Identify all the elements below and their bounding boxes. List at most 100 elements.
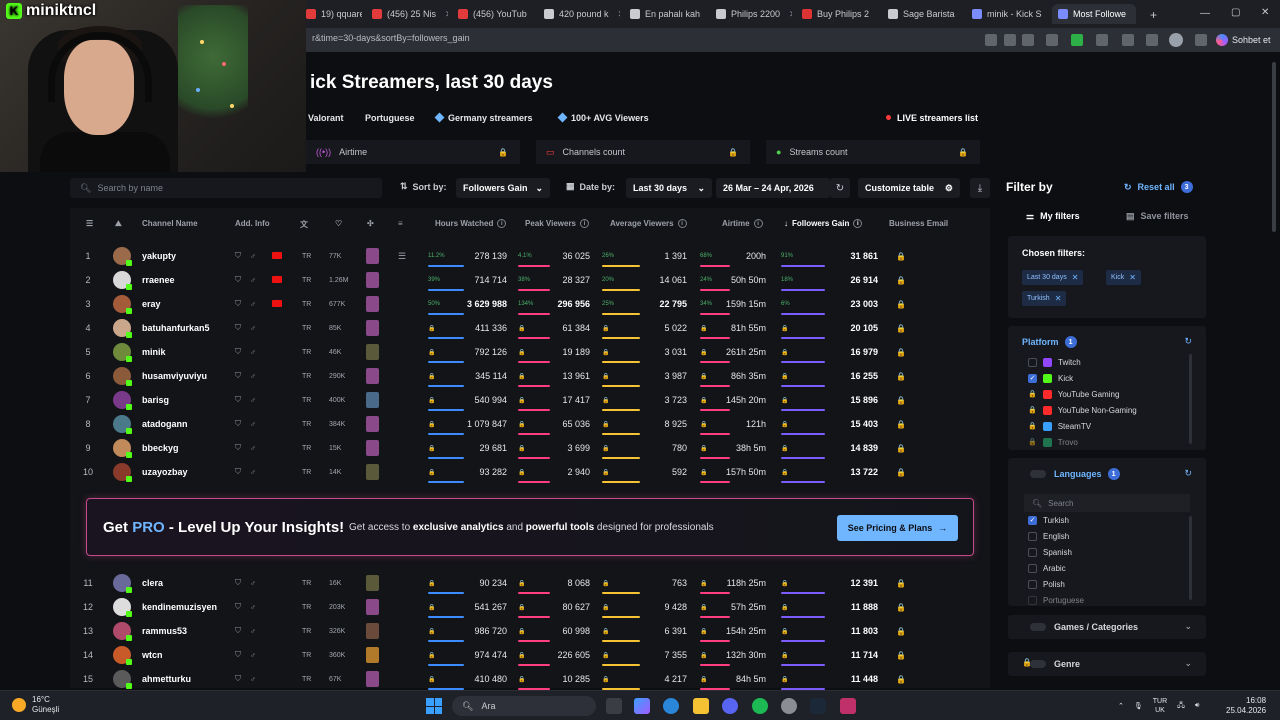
toggle-switch[interactable] (1030, 470, 1046, 478)
close-tab-icon[interactable]: ✕ (1135, 9, 1136, 20)
table-row[interactable]: 7 barisg ⛉ ♂ TR 400K 540 994 17 417 3 723 145h 20… (70, 388, 990, 412)
channel-name[interactable]: rammus53 (142, 619, 187, 643)
checkbox[interactable] (1028, 579, 1037, 589)
table-row[interactable]: 2 rraenee ⛉ ♂ TR 1.26M 714 714 28 327 14 061 50h … (70, 268, 990, 292)
chip-valorant[interactable]: Valorant (308, 108, 344, 127)
channel-name[interactable]: barisg (142, 388, 169, 412)
extensions-icon[interactable] (1122, 34, 1134, 46)
platform-option[interactable]: ✓ Kick (1028, 370, 1073, 386)
column-header-airtime[interactable]: Airtime i (722, 219, 763, 228)
toggle-switch[interactable] (1030, 623, 1046, 631)
table-row[interactable]: 4 batuhanfurkan5 ⛉ ♂ TR 85K 411 336 61 384 5 022… (70, 316, 990, 340)
checkbox[interactable] (1028, 595, 1037, 605)
platform-option[interactable]: 🔒 YouTube Gaming (1028, 386, 1119, 402)
table-row[interactable]: 5 minik ⛉ ♂ TR 46K 792 126 19 189 3 031 261h 25m 1… (70, 340, 990, 364)
platform-option[interactable]: 🔒 SteamTV (1028, 418, 1091, 434)
table-row[interactable]: 11 clera ⛉ ♂ TR 16K 90 234 8 068 763 118h 25m 12 3… (70, 571, 990, 595)
maximize-icon[interactable]: ▢ (1231, 7, 1240, 18)
lock-icon[interactable]: 🔒 (896, 436, 906, 460)
scrollbar[interactable] (1189, 516, 1192, 600)
language-column-icon[interactable]: 文 (300, 219, 308, 230)
channel-name[interactable]: atadogann (142, 412, 188, 436)
column-header-add-info[interactable]: Add. Info (235, 219, 270, 228)
discord-icon[interactable] (722, 698, 738, 714)
extension-icon[interactable] (1071, 34, 1083, 46)
reset-icon[interactable]: ↻ (1184, 336, 1192, 347)
clock[interactable]: 16:08 25.04.2026 (1226, 696, 1266, 716)
column-header-business-email[interactable]: Business Email (889, 219, 948, 228)
browser-tab[interactable]: (456) 25 Nis ✕ (366, 4, 448, 24)
read-aloud-icon[interactable] (1004, 34, 1016, 46)
channel-name[interactable]: eray (142, 292, 161, 316)
checkbox[interactable] (1028, 547, 1037, 557)
search-input[interactable]: 🔍︎ Search by name (70, 178, 382, 198)
profile-avatar[interactable] (1169, 33, 1183, 47)
spotify-icon[interactable] (752, 698, 768, 714)
browser-tab[interactable]: Philips 2200 ✕ (710, 4, 792, 24)
languages-title[interactable]: Languages 1 (1054, 468, 1120, 480)
checkbox[interactable] (1028, 531, 1037, 541)
start-menu-icon[interactable] (426, 698, 442, 714)
close-tab-icon[interactable]: ✕ (618, 9, 620, 20)
channel-name[interactable]: uzayozbay (142, 460, 188, 484)
obs-app-icon[interactable] (840, 698, 856, 714)
language-option[interactable]: Polish (1028, 576, 1065, 592)
category-thumbnail[interactable] (366, 392, 379, 408)
checkbox[interactable] (1028, 563, 1037, 573)
taskbar-search[interactable]: 🔍︎ Ara (452, 696, 596, 716)
platform-title[interactable]: Platform 1 (1022, 336, 1077, 348)
browser-tab[interactable]: Sage Barista✕ (882, 4, 962, 24)
lock-icon[interactable]: 🔒 (896, 388, 906, 412)
lock-icon[interactable]: 🔒 (896, 643, 906, 667)
extension-icon[interactable] (1046, 34, 1058, 46)
date-select[interactable]: Last 30 days ⌄ (626, 178, 712, 198)
checkbox[interactable] (1028, 357, 1037, 367)
task-view-icon[interactable] (606, 698, 622, 714)
new-tab-icon[interactable]: + (1150, 8, 1157, 22)
chip-portuguese[interactable]: Portuguese (365, 108, 415, 127)
microphone-icon[interactable]: 🎙︎ (1134, 702, 1143, 710)
checkbox[interactable]: ✓ (1028, 373, 1037, 383)
chip-germany-streamers[interactable]: Germany streamers (434, 108, 533, 127)
channel-name[interactable]: bbeckyg (142, 436, 179, 460)
chevron-up-icon[interactable]: ⌃ (1118, 702, 1124, 710)
category-thumbnail[interactable] (366, 647, 379, 663)
table-row[interactable]: 8 atadogann ⛉ ♂ TR 384K 1 079 847 65 036 8 925 12… (70, 412, 990, 436)
language-option[interactable]: Portuguese (1028, 592, 1084, 606)
table-row[interactable]: 10 uzayozbay ⛉ ♂ TR 14K 93 282 2 940 592 157h 50m… (70, 460, 990, 484)
browser-tab[interactable]: (456) YouTub✕ (452, 4, 534, 24)
channel-name[interactable]: batuhanfurkan5 (142, 316, 210, 340)
weather-widget[interactable]: 16°C Güneşli (12, 695, 59, 715)
lock-icon[interactable]: 🔒 (896, 316, 906, 340)
file-explorer-icon[interactable] (693, 698, 709, 714)
tab-airtime[interactable]: ((•)) Airtime 🔒 (306, 140, 520, 164)
category-thumbnail[interactable] (366, 416, 379, 432)
remove-icon[interactable]: ✕ (1055, 294, 1062, 303)
lock-icon[interactable]: 🔒 (896, 268, 906, 292)
column-header-followers-gain[interactable]: ↓ Followers Gain i (784, 219, 863, 228)
chosen-filter-tag[interactable]: Kick ✕ (1106, 270, 1141, 285)
copilot-chat-button[interactable]: Sohbet et (1216, 31, 1271, 49)
browser-tab[interactable]: 19) qquares✕ (300, 4, 362, 24)
category-thumbnail[interactable] (366, 320, 379, 336)
channel-name[interactable]: clera (142, 571, 163, 595)
category-thumbnail[interactable] (366, 296, 379, 312)
channel-name[interactable]: rraenee (142, 268, 175, 292)
chosen-filter-tag[interactable]: Turkish ✕ (1022, 291, 1067, 306)
extension-icon[interactable] (1096, 34, 1108, 46)
channel-name[interactable]: kendinemuzisyen (142, 595, 217, 619)
table-row[interactable]: 6 husamviyuviyu ⛉ ♂ TR 290K 345 114 13 961 3 987… (70, 364, 990, 388)
browser-tab[interactable]: Most Followe ✕ (1052, 4, 1136, 24)
tags-icon[interactable]: ☰ (398, 244, 406, 268)
favorites-icon[interactable] (1146, 34, 1158, 46)
copilot-app-icon[interactable] (634, 698, 650, 714)
lock-icon[interactable]: 🔒 (896, 571, 906, 595)
tab-my-filters[interactable]: ⚌ My filters (1026, 206, 1080, 226)
refresh-button[interactable]: ↻ (830, 178, 850, 198)
followers-column-icon[interactable]: ♡ (335, 219, 342, 228)
category-thumbnail[interactable] (366, 272, 379, 288)
category-thumbnail[interactable] (366, 248, 379, 264)
category-thumbnail[interactable] (366, 575, 379, 591)
table-row[interactable]: 15 ahmetturku ⛉ ♂ TR 67K 410 480 10 285 4 217 84h… (70, 667, 990, 691)
lock-icon[interactable]: 🔒 (896, 619, 906, 643)
